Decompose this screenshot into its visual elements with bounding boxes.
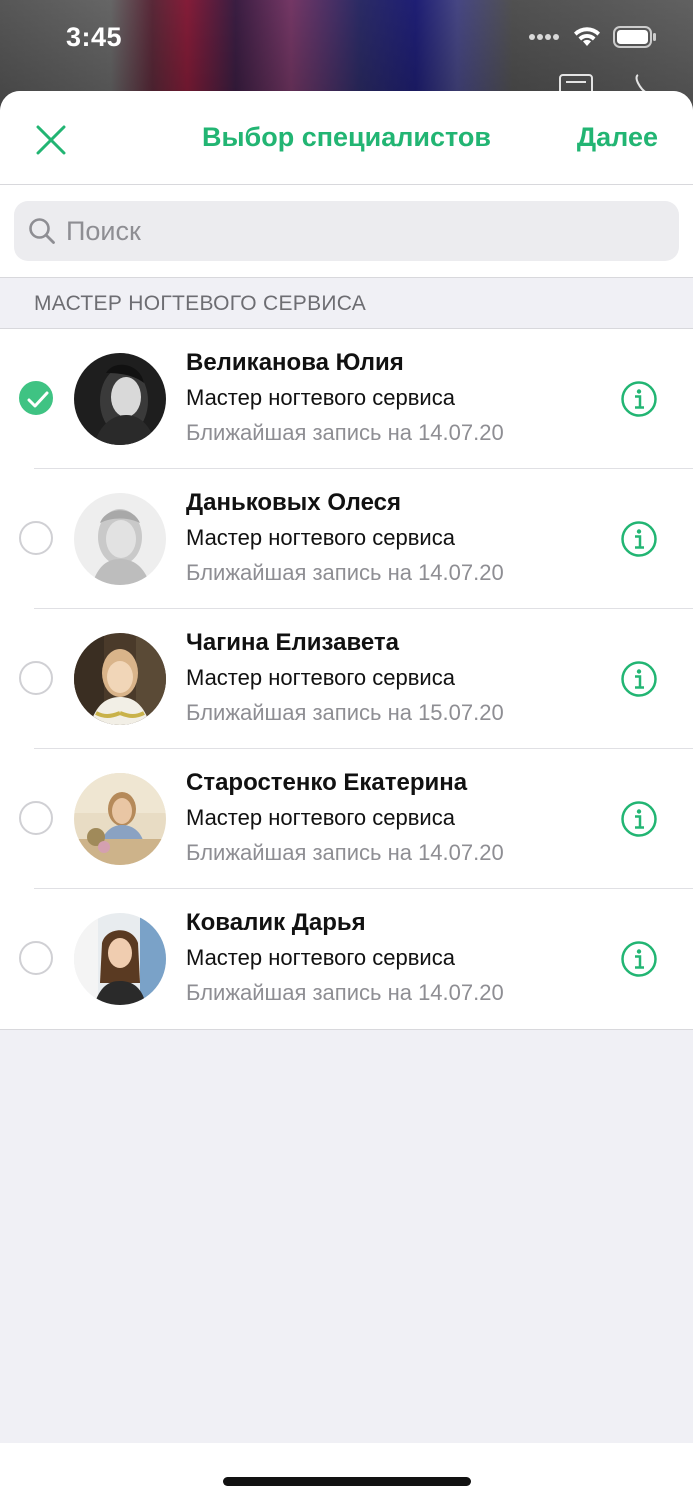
nearest-appointment: Ближайшая запись на 15.07.20 — [186, 700, 504, 725]
specialist-name: Великанова Юлия — [186, 349, 404, 376]
battery-icon — [613, 26, 656, 48]
section-header: МАСТЕР НОГТЕВОГО СЕРВИСА — [0, 278, 693, 329]
specialist-name: Старостенко Екатерина — [186, 769, 468, 796]
selection-checkbox[interactable] — [19, 381, 53, 415]
list-item[interactable]: Старостенко Екатерина Мастер ногтевого с… — [0, 749, 693, 889]
specialist-name: Ковалик Дарья — [186, 909, 366, 936]
selection-checkbox[interactable] — [19, 801, 53, 835]
bottom-safe-area — [0, 1443, 693, 1500]
status-icons — [529, 26, 657, 48]
checkmark-icon — [27, 391, 49, 408]
home-indicator[interactable] — [223, 1477, 471, 1486]
info-icon[interactable] — [620, 660, 658, 698]
specialist-name: Даньковых Олеся — [186, 489, 401, 516]
specialist-role: Мастер ногтевого сервиса — [186, 945, 455, 970]
next-button[interactable]: Далее — [577, 122, 658, 153]
selection-checkbox[interactable] — [19, 661, 53, 695]
specialist-name: Чагина Елизавета — [186, 629, 400, 656]
avatar — [74, 493, 166, 585]
specialist-role: Мастер ногтевого сервиса — [186, 525, 455, 550]
nearest-appointment: Ближайшая запись на 14.07.20 — [186, 980, 504, 1005]
specialist-picker-sheet: Выбор специалистов Далее МАСТЕР НОГТЕВОГ… — [0, 91, 693, 1443]
nearest-appointment: Ближайшая запись на 14.07.20 — [186, 840, 504, 865]
search-bar — [0, 185, 693, 278]
selection-checkbox[interactable] — [19, 941, 53, 975]
list-item[interactable]: Великанова Юлия Мастер ногтевого сервиса… — [0, 329, 693, 469]
search-field[interactable] — [14, 201, 679, 261]
search-input[interactable] — [64, 214, 628, 248]
list-item[interactable]: Ковалик Дарья Мастер ногтевого сервиса Б… — [0, 889, 693, 1029]
specialist-role: Мастер ногтевого сервиса — [186, 805, 455, 830]
avatar — [74, 633, 166, 725]
info-icon[interactable] — [620, 940, 658, 978]
specialist-role: Мастер ногтевого сервиса — [186, 665, 455, 690]
specialist-list: Великанова Юлия Мастер ногтевого сервиса… — [0, 329, 693, 1030]
list-item[interactable]: Чагина Елизавета Мастер ногтевого сервис… — [0, 609, 693, 749]
search-icon — [29, 218, 55, 244]
info-icon[interactable] — [620, 520, 658, 558]
avatar — [74, 913, 166, 1005]
list-item[interactable]: Даньковых Олеся Мастер ногтевого сервиса… — [0, 469, 693, 609]
selection-checkbox[interactable] — [19, 521, 53, 555]
specialist-role: Мастер ногтевого сервиса — [186, 385, 455, 410]
nav-bar: Выбор специалистов Далее — [0, 91, 693, 185]
info-icon[interactable] — [620, 800, 658, 838]
avatar — [74, 353, 166, 445]
wifi-icon — [574, 27, 600, 46]
info-icon[interactable] — [620, 380, 658, 418]
status-time: 3:45 — [66, 22, 123, 52]
nearest-appointment: Ближайшая запись на 14.07.20 — [186, 420, 504, 445]
nearest-appointment: Ближайшая запись на 14.07.20 — [186, 560, 504, 585]
avatar — [74, 773, 166, 865]
cellular-signal-icon — [529, 34, 559, 40]
